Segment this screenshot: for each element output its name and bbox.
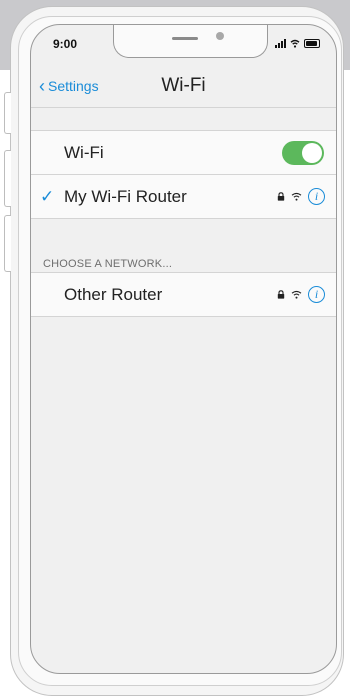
speaker-grille <box>172 37 198 40</box>
wifi-toggle-row: Wi-Fi <box>31 131 336 174</box>
side-button-mute <box>4 92 11 134</box>
connected-network-name: My Wi-Fi Router <box>64 186 187 206</box>
status-time: 9:00 <box>53 37 78 51</box>
wifi-status-icon <box>290 39 300 48</box>
section-header: CHOOSE A NETWORK... <box>43 258 173 270</box>
info-icon[interactable]: i <box>308 286 325 303</box>
network-trail: i <box>277 188 325 205</box>
info-icon[interactable]: i <box>308 188 325 205</box>
side-button-volume-down <box>4 215 11 272</box>
page-title: Wi-Fi <box>161 75 206 96</box>
lock-icon <box>277 290 285 299</box>
network-row[interactable]: Other Router i <box>31 273 336 316</box>
lock-icon <box>277 192 285 201</box>
network-name: Other Router <box>64 284 163 304</box>
toggle-knob <box>302 142 322 163</box>
connected-network-row[interactable]: ✓ My Wi-Fi Router i <box>31 174 336 218</box>
wifi-toggle-label: Wi-Fi <box>64 142 104 162</box>
side-button-volume-up <box>4 150 11 207</box>
wifi-icon <box>291 290 302 299</box>
notch <box>113 25 268 58</box>
battery-icon <box>304 39 320 48</box>
status-icons <box>275 37 320 48</box>
available-networks-group: Other Router i <box>31 272 336 317</box>
phone-screen: 9:00 ‹ Settings Wi-Fi Wi-Fi ✓ My Wi-Fi R… <box>30 24 337 674</box>
navigation-bar: ‹ Settings Wi-Fi <box>31 61 336 108</box>
checkmark-icon: ✓ <box>40 186 55 206</box>
signal-icon <box>275 39 286 48</box>
wifi-group: Wi-Fi ✓ My Wi-Fi Router i <box>31 130 336 219</box>
front-camera <box>216 32 224 40</box>
wifi-toggle[interactable] <box>282 140 324 165</box>
network-trail: i <box>277 286 325 303</box>
wifi-icon <box>291 192 302 201</box>
